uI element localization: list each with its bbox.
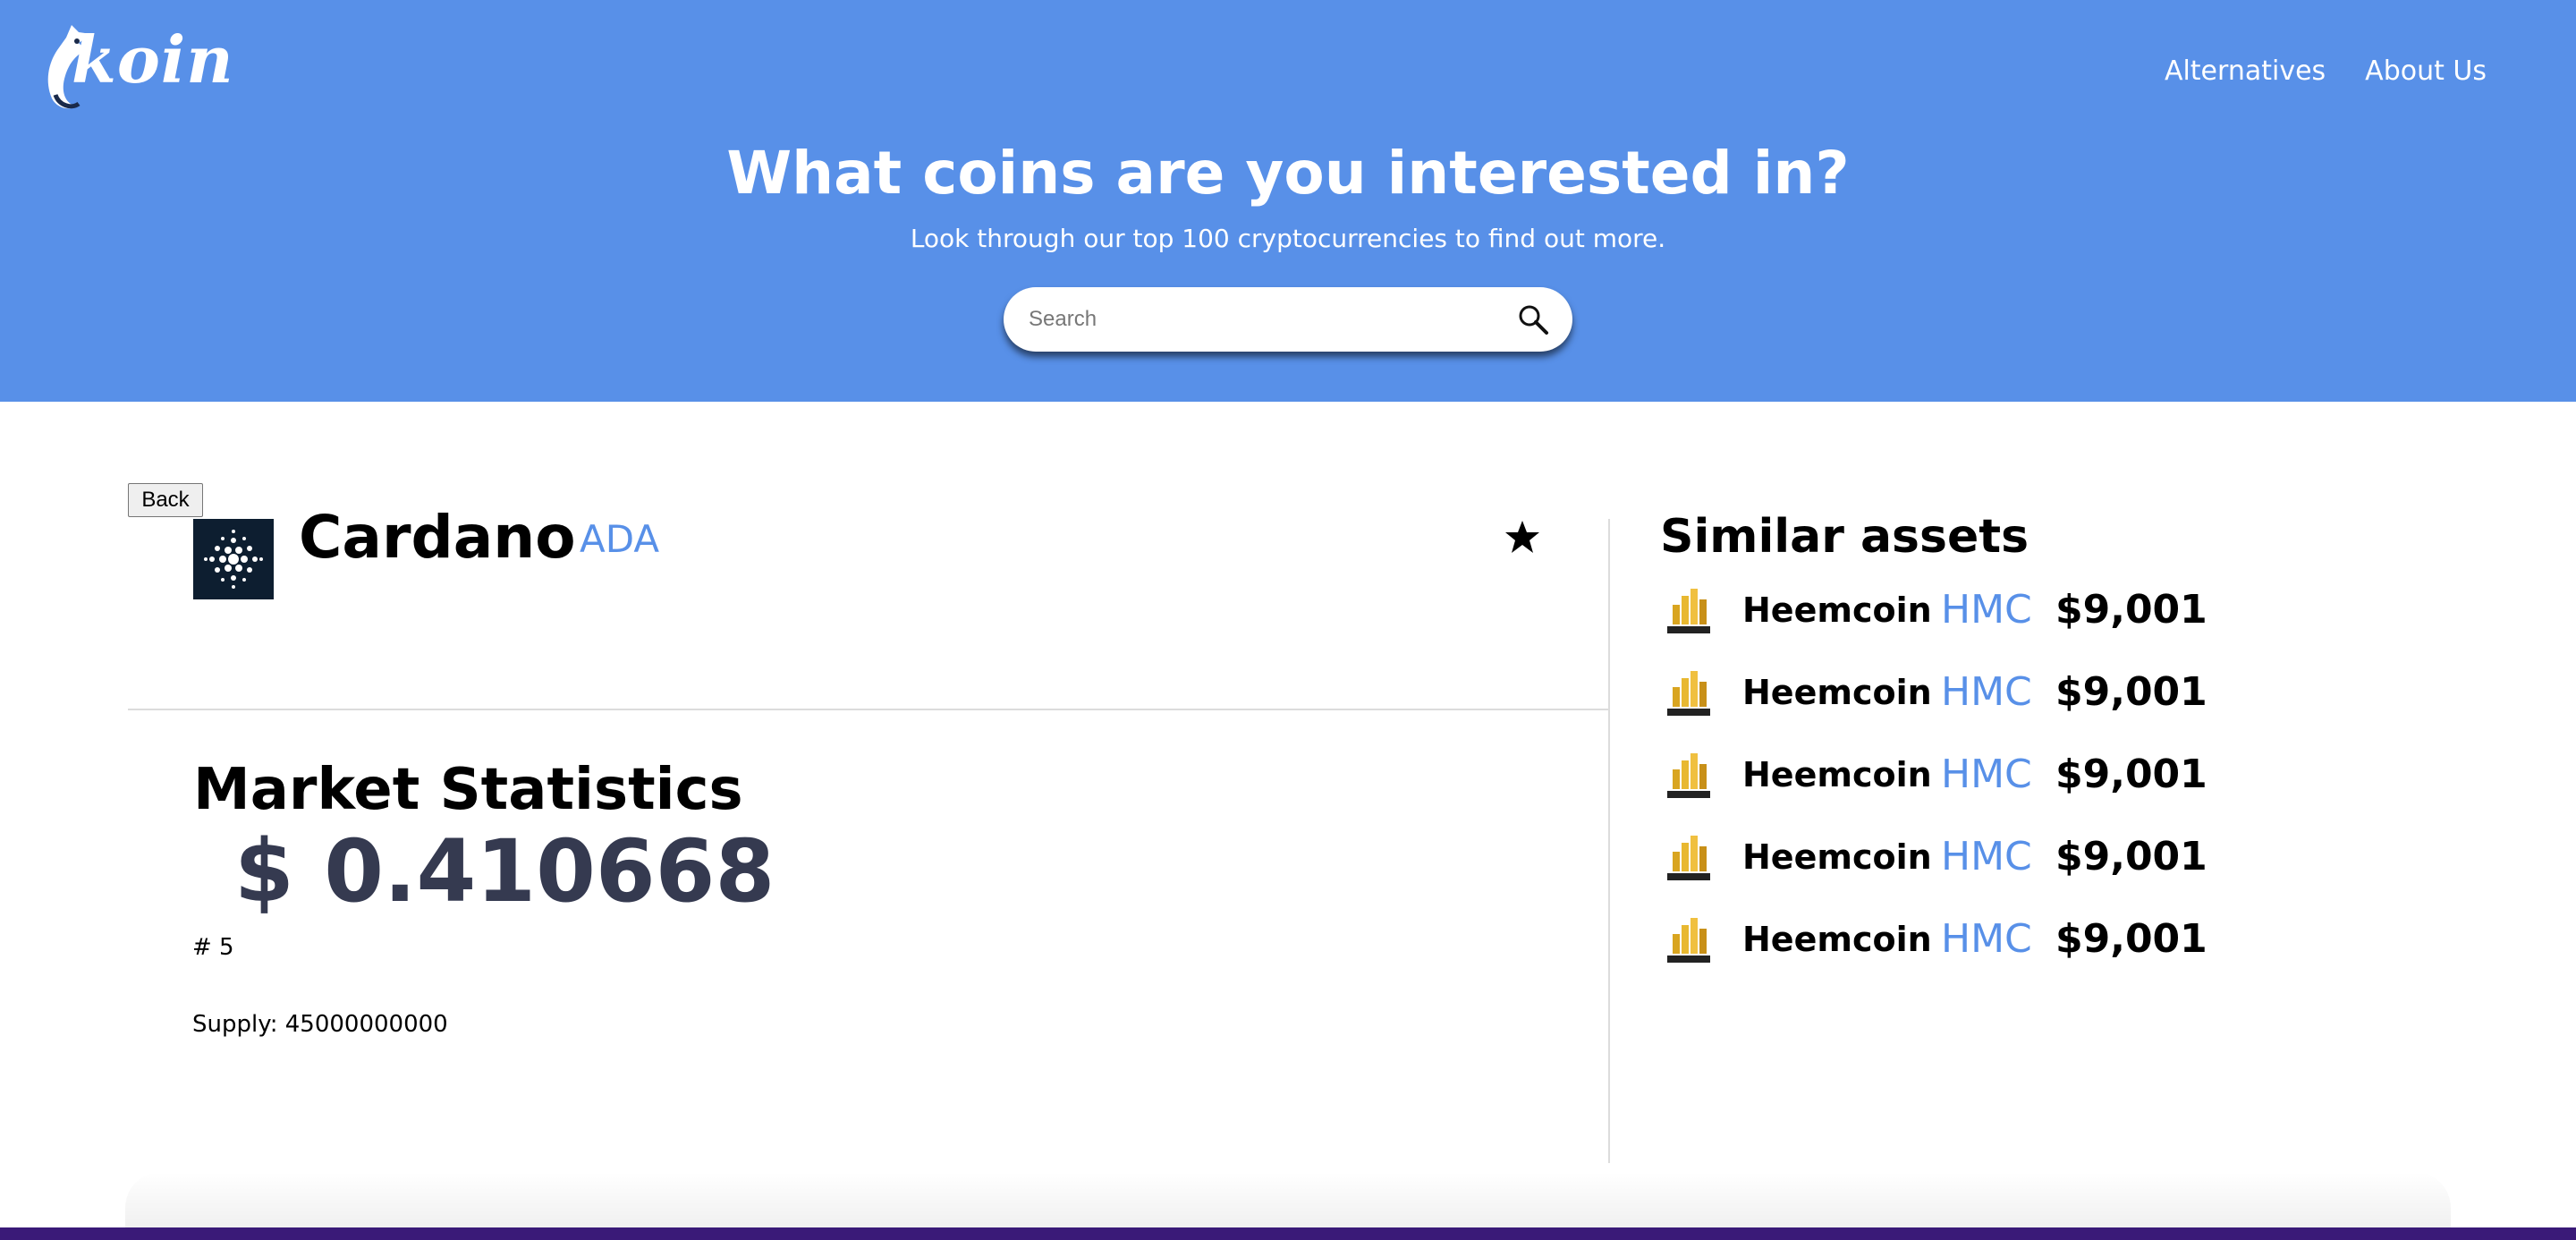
similar-asset-item[interactable]: Heemcoin HMC $9,001 xyxy=(1660,748,2465,830)
star-icon[interactable] xyxy=(1504,519,1540,555)
sixeleven-logo-icon xyxy=(1667,836,1710,880)
similar-assets-title: Similar assets xyxy=(1660,510,2029,564)
asset-symbol: HMC xyxy=(1941,834,2032,879)
column-divider xyxy=(1608,519,1610,1163)
hero-title: What coins are you interested in? xyxy=(726,139,1850,208)
top-nav: Alternatives About Us xyxy=(2165,55,2487,87)
asset-name: Heemcoin xyxy=(1742,755,1932,794)
coin-rank: # 5 xyxy=(192,934,234,961)
search-input[interactable] xyxy=(1029,300,1494,339)
asset-name: Heemcoin xyxy=(1742,590,1932,630)
asset-price: $9,001 xyxy=(2055,587,2207,633)
footer-band xyxy=(0,1227,2576,1240)
asset-price: $9,001 xyxy=(2055,916,2207,962)
sixeleven-logo-icon xyxy=(1667,589,1710,633)
sixeleven-logo-icon xyxy=(1667,918,1710,963)
asset-price: $9,001 xyxy=(2055,834,2207,879)
section-divider xyxy=(128,709,1609,710)
nav-about-us[interactable]: About Us xyxy=(2365,55,2487,87)
coin-symbol: ADA xyxy=(580,517,660,561)
similar-asset-item[interactable]: Heemcoin HMC $9,001 xyxy=(1660,583,2465,666)
asset-symbol: HMC xyxy=(1941,587,2032,633)
similar-asset-item[interactable]: Heemcoin HMC $9,001 xyxy=(1660,830,2465,913)
asset-price: $9,001 xyxy=(2055,669,2207,715)
asset-symbol: HMC xyxy=(1941,752,2032,797)
logo-wordmark[interactable]: koin xyxy=(72,21,234,98)
search-icon[interactable] xyxy=(1517,303,1549,335)
similar-asset-item[interactable]: Heemcoin HMC $9,001 xyxy=(1660,666,2465,748)
sixeleven-logo-icon xyxy=(1667,753,1710,798)
asset-price: $9,001 xyxy=(2055,752,2207,797)
cardano-logo-icon xyxy=(193,519,274,599)
similar-asset-item[interactable]: Heemcoin HMC $9,001 xyxy=(1660,913,2465,995)
nav-alternatives[interactable]: Alternatives xyxy=(2165,55,2326,87)
footer-shadow xyxy=(125,1172,2451,1227)
search-bar xyxy=(1004,287,1572,352)
coin-supply: Supply: 45000000000 xyxy=(192,1011,448,1038)
coin-price: $ 0.410668 xyxy=(234,821,775,922)
back-button[interactable]: Back xyxy=(128,483,203,517)
market-statistics-title: Market Statistics xyxy=(193,757,743,823)
hero-subtitle: Look through our top 100 cryptocurrencie… xyxy=(910,224,1666,253)
coin-name: Cardano xyxy=(299,503,576,572)
asset-symbol: HMC xyxy=(1941,669,2032,715)
similar-assets-list: Heemcoin HMC $9,001 Heemcoin HMC $9,001 … xyxy=(1660,583,2465,995)
asset-symbol: HMC xyxy=(1941,916,2032,962)
asset-name: Heemcoin xyxy=(1742,673,1932,712)
asset-name: Heemcoin xyxy=(1742,837,1932,877)
asset-name: Heemcoin xyxy=(1742,920,1932,959)
hero-header: koin Alternatives About Us What coins ar… xyxy=(0,0,2576,402)
sixeleven-logo-icon xyxy=(1667,671,1710,716)
